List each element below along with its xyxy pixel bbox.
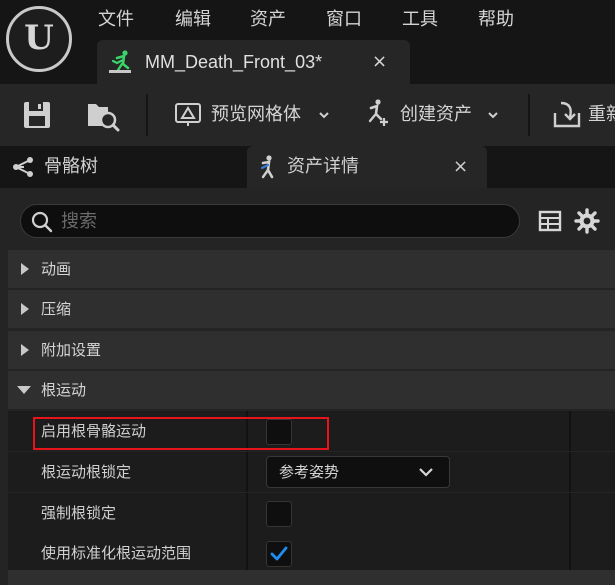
category-animation[interactable]: 动画 [8, 250, 615, 288]
property-row-force-root-lock: 强制根锁定 [8, 493, 615, 533]
category-root-motion[interactable]: 根运动 [8, 371, 615, 409]
menu-edit[interactable]: 编辑 [175, 7, 211, 33]
chevron-down-icon [488, 112, 498, 119]
search-icon [31, 211, 53, 233]
reimport-label: 重新 [588, 104, 615, 125]
table-view-icon[interactable] [538, 209, 562, 233]
column-divider [569, 533, 571, 573]
property-label: 强制根锁定 [41, 504, 117, 522]
property-label: 使用标准化根运动范围 [41, 544, 192, 562]
tab-asset-details[interactable]: 资产详情 × [247, 146, 487, 188]
column-divider [569, 411, 571, 451]
document-tab-label: MM_Death_Front_03* [145, 52, 323, 72]
column-divider [569, 452, 571, 492]
menu-help[interactable]: 帮助 [478, 7, 514, 33]
skeleton-tree-icon [13, 157, 33, 177]
create-asset-icon [368, 99, 388, 126]
details-panel: 动画 压缩 附加设置 根运动 启用根骨骼运动 根运动根锁定 参考姿势 [0, 188, 615, 585]
category-additional-settings[interactable]: 附加设置 [8, 331, 615, 369]
property-name-cell: 根运动根锁定 [8, 452, 246, 492]
menu-tools[interactable]: 工具 [402, 7, 438, 33]
save-icon[interactable] [22, 96, 52, 134]
toolbar: 预览网格体 创建资产 重新 [0, 84, 615, 146]
search-input[interactable] [61, 209, 501, 233]
chevron-down-icon [319, 112, 329, 119]
normalized-root-motion-checkbox[interactable] [266, 541, 292, 567]
reimport-icon [553, 101, 581, 128]
animation-sequence-icon [109, 50, 131, 73]
toolbar-separator [146, 94, 148, 136]
chevron-down-icon [419, 468, 433, 477]
property-name-cell: 强制根锁定 [8, 493, 246, 533]
root-lock-dropdown-value: 参考姿势 [279, 463, 340, 481]
tab-skeleton-tree-label: 骨骼树 [44, 156, 98, 177]
caret-down-icon [17, 386, 31, 394]
annotation-highlight-box [33, 417, 329, 450]
preview-mesh-label: 预览网格体 [211, 104, 301, 125]
force-root-lock-checkbox[interactable] [266, 501, 292, 527]
category-label: 附加设置 [41, 341, 102, 359]
menu-file[interactable]: 文件 [98, 7, 134, 33]
category-label: 根运动 [41, 381, 87, 399]
column-divider [569, 493, 571, 533]
tab-asset-details-close-button[interactable]: × [453, 154, 468, 180]
preview-mesh-button[interactable]: 预览网格体 [174, 96, 334, 134]
category-label: 动画 [41, 260, 72, 278]
caret-right-icon [21, 303, 29, 315]
document-tab[interactable]: MM_Death_Front_03* × [97, 40, 410, 84]
caret-right-icon [21, 344, 29, 356]
menu-asset[interactable]: 资产 [250, 7, 286, 33]
toolbar-separator [528, 94, 530, 136]
gear-icon[interactable] [574, 208, 600, 234]
title-bar: U 文件 编辑 资产 窗口 工具 帮助 MM_Death_Front_03* × [0, 0, 615, 84]
column-divider [246, 493, 248, 533]
root-lock-dropdown[interactable]: 参考姿势 [266, 456, 450, 488]
document-tab-close-button[interactable]: × [372, 49, 387, 75]
property-row-normalized-root-motion-scale: 使用标准化根运动范围 [8, 533, 615, 573]
property-label: 根运动根锁定 [41, 463, 132, 481]
tab-asset-details-label: 资产详情 [287, 156, 359, 177]
category-label: 压缩 [41, 300, 72, 318]
reimport-button[interactable]: 重新 [552, 96, 615, 134]
create-asset-label: 创建资产 [400, 104, 472, 125]
animation-asset-icon [260, 155, 274, 179]
column-divider [246, 452, 248, 492]
column-divider [246, 533, 248, 573]
caret-right-icon [21, 263, 29, 275]
create-asset-button[interactable]: 创建资产 [362, 96, 504, 134]
property-row-root-motion-root-lock: 根运动根锁定 参考姿势 [8, 452, 615, 492]
unreal-logo[interactable]: U [6, 6, 72, 72]
next-category-row [8, 570, 615, 585]
tab-skeleton-tree[interactable]: 骨骼树 [0, 146, 240, 188]
browse-asset-icon[interactable] [86, 96, 120, 134]
preview-mesh-icon [175, 103, 201, 126]
menu-window[interactable]: 窗口 [326, 7, 362, 33]
search-row [0, 188, 615, 250]
category-compression[interactable]: 压缩 [8, 290, 615, 328]
search-box[interactable] [20, 204, 520, 238]
checkmark-icon [270, 546, 288, 561]
panel-tab-strip: 骨骼树 资产详情 × [0, 146, 615, 188]
property-name-cell: 使用标准化根运动范围 [8, 533, 246, 573]
